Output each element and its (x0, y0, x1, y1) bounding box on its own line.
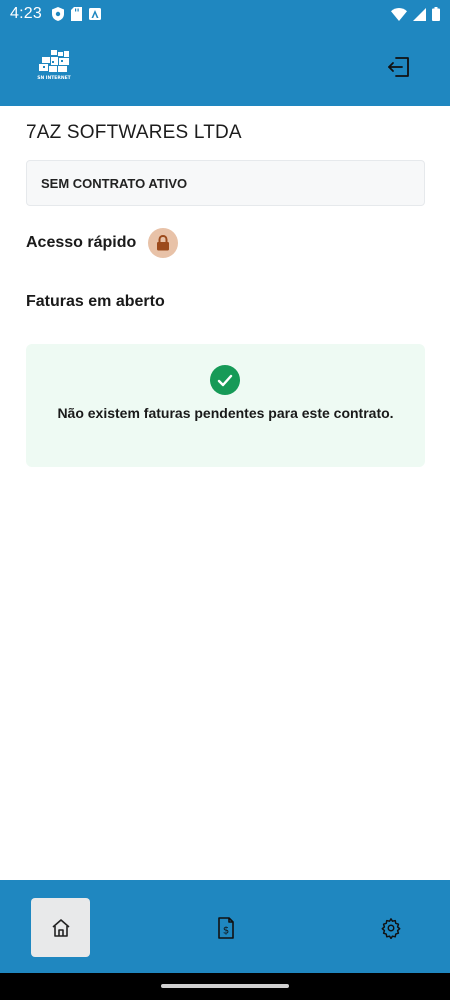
quick-access-title: Acesso rápido (26, 234, 137, 251)
system-icons (391, 7, 440, 21)
lock-icon (157, 235, 170, 251)
nav-settings-button[interactable] (361, 898, 420, 957)
check-circle-icon (210, 365, 240, 395)
signal-icon (413, 7, 426, 21)
company-name: 7AZ SOFTWARES LTDA (26, 122, 242, 143)
nav-invoices-button[interactable]: $ (196, 898, 255, 957)
contract-status-label: SEM CONTRATO ATIVO (41, 175, 188, 191)
quick-access-section: Acesso rápido (26, 228, 179, 258)
gesture-handle[interactable] (161, 984, 289, 988)
shield-notification-icon (51, 7, 64, 21)
quick-access-lock-button[interactable] (148, 228, 179, 258)
logo-text: SN INTERNET (37, 75, 71, 81)
system-gesture-bar (0, 973, 450, 1000)
status-time: 4:23 (10, 5, 42, 22)
nav-home-button[interactable] (31, 898, 90, 957)
app-header: SN INTERNET (0, 28, 450, 106)
logout-icon (388, 57, 409, 77)
no-invoices-message: Não existem faturas pendentes para este … (57, 405, 394, 421)
no-invoices-card: Não existem faturas pendentes para este … (26, 344, 425, 467)
svg-text:$: $ (222, 925, 228, 936)
contract-status-box[interactable]: SEM CONTRATO ATIVO (26, 160, 425, 206)
bottom-navigation: $ (0, 880, 450, 973)
battery-icon (432, 7, 440, 21)
gear-icon (381, 917, 400, 939)
sd-card-icon (70, 7, 82, 21)
open-invoices-title: Faturas em aberto (26, 293, 165, 310)
status-bar: 4:23 (0, 0, 450, 28)
wifi-icon (391, 7, 407, 21)
logout-button[interactable] (384, 53, 414, 81)
company-logo: SN INTERNET (36, 48, 72, 84)
app-notification-icon (88, 8, 101, 20)
invoice-icon: $ (217, 916, 234, 939)
notification-icons (51, 7, 101, 21)
home-icon (51, 918, 70, 937)
